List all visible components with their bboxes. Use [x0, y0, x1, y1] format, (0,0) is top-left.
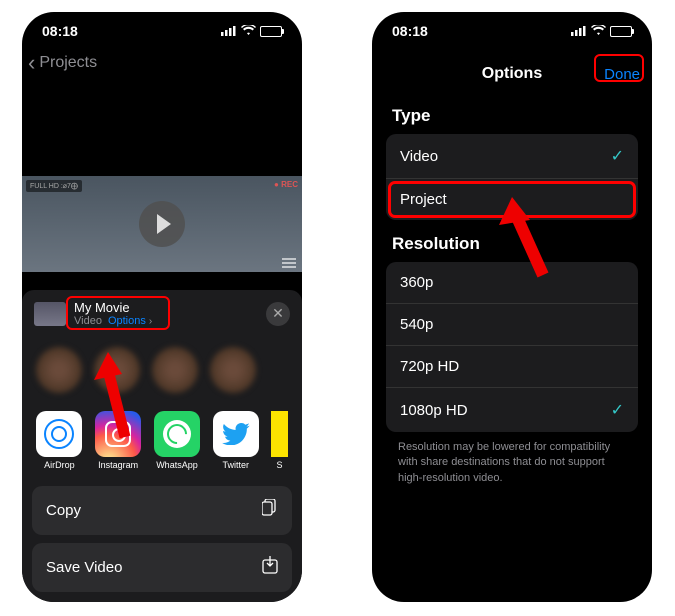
app-airdrop[interactable]: AirDrop	[36, 411, 83, 470]
contact-avatar[interactable]	[152, 347, 198, 393]
app-more[interactable]: S	[271, 411, 288, 470]
phone-share-sheet: 08:18 ‹ Projects FULL HD :⌀7⨁ ● REC My M…	[22, 12, 302, 602]
action-save-video[interactable]: Save Video	[32, 543, 292, 592]
instagram-icon	[95, 411, 141, 457]
resolution-note: Resolution may be lowered for compatibil…	[372, 432, 652, 494]
contact-avatar[interactable]	[210, 347, 256, 393]
status-time: 08:18	[392, 23, 428, 39]
res-option-360p[interactable]: 360p	[386, 262, 638, 303]
suggested-contacts-row	[22, 337, 302, 403]
back-label: Projects	[39, 54, 97, 72]
play-icon	[157, 214, 171, 234]
app-instagram[interactable]: Instagram	[95, 411, 142, 470]
twitter-icon	[213, 411, 259, 457]
action-label: Copy	[46, 502, 81, 519]
close-button[interactable]: ✕	[266, 302, 290, 326]
whatsapp-icon	[154, 411, 200, 457]
share-title: My Movie	[74, 300, 152, 315]
more-app-icon	[271, 411, 288, 457]
done-button[interactable]: Done	[604, 66, 640, 83]
rec-indicator: ● REC	[274, 180, 298, 189]
download-icon	[262, 556, 278, 579]
app-twitter[interactable]: Twitter	[212, 411, 259, 470]
share-subtitle-type: Video	[74, 315, 102, 327]
actions-list: Copy Save Video	[22, 486, 302, 602]
action-label: Save Video	[46, 559, 122, 576]
action-copy[interactable]: Copy	[32, 486, 292, 535]
status-bar: 08:18	[22, 12, 302, 50]
signal-icon	[571, 23, 587, 39]
res-option-1080p[interactable]: 1080p HD ✓	[386, 387, 638, 432]
type-option-video[interactable]: Video ✓	[386, 134, 638, 178]
res-option-720p[interactable]: 720p HD	[386, 345, 638, 387]
battery-icon	[260, 26, 282, 37]
contact-avatar[interactable]	[94, 347, 140, 393]
apps-row: AirDrop Instagram WhatsApp Twitter S	[22, 403, 302, 478]
section-type-label: Type	[372, 92, 652, 134]
status-bar: 08:18	[372, 12, 652, 50]
status-icons	[221, 23, 282, 39]
chevron-left-icon: ‹	[28, 50, 35, 76]
type-option-project[interactable]: Project	[386, 178, 638, 220]
battery-icon	[610, 26, 632, 37]
phone-options-screen: 08:18 Options Done Type Video ✓ Project …	[372, 12, 652, 602]
contact-avatar[interactable]	[36, 347, 82, 393]
chevron-right-icon: ›	[149, 316, 152, 327]
options-header: Options Done	[372, 56, 652, 92]
share-sheet: My Movie Video Options › ✕ AirDrop	[22, 290, 302, 602]
video-preview[interactable]: FULL HD :⌀7⨁ ● REC	[22, 176, 302, 272]
app-whatsapp[interactable]: WhatsApp	[154, 411, 201, 470]
share-thumbnail	[34, 302, 66, 326]
share-header: My Movie Video Options › ✕	[22, 290, 302, 337]
resolution-list: 360p 540p 720p HD 1080p HD ✓	[386, 262, 638, 432]
wifi-icon	[591, 23, 606, 39]
status-icons	[571, 23, 632, 39]
res-option-540p[interactable]: 540p	[386, 303, 638, 345]
wifi-icon	[241, 23, 256, 39]
play-button[interactable]	[139, 201, 185, 247]
share-options-link[interactable]: Options ›	[108, 315, 152, 327]
checkmark-icon: ✓	[611, 146, 624, 166]
signal-icon	[221, 23, 237, 39]
back-to-projects[interactable]: ‹ Projects	[22, 50, 302, 76]
type-list: Video ✓ Project	[386, 134, 638, 220]
airdrop-icon	[36, 411, 82, 457]
status-time: 08:18	[42, 23, 78, 39]
checkmark-icon: ✓	[611, 400, 624, 420]
copy-icon	[262, 499, 278, 522]
options-title: Options	[482, 65, 542, 83]
section-resolution-label: Resolution	[372, 220, 652, 262]
rec-bars-decoration	[282, 258, 296, 268]
fullhd-badge: FULL HD :⌀7⨁	[26, 180, 82, 192]
